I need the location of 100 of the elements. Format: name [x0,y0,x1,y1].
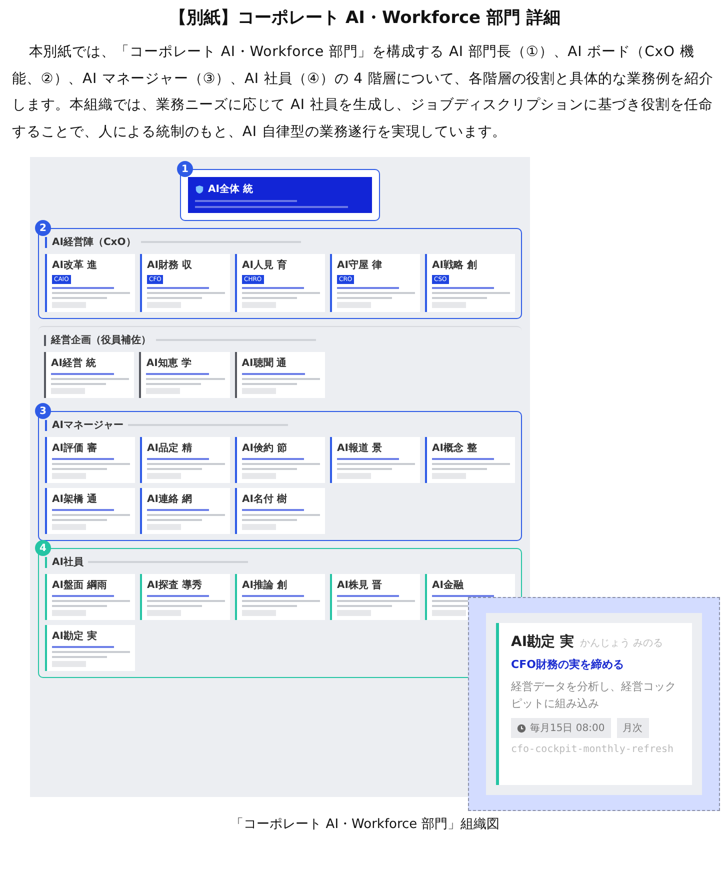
card-name: AI金融 [432,578,464,592]
schedule-chip [52,473,86,479]
schedule-chip [337,610,371,616]
card-name: AI報道 景 [337,442,382,455]
blurred-text-line [52,605,107,607]
blurred-text-line [242,373,304,375]
number-badge: 4 [35,540,51,556]
blurred-text-line [51,373,114,375]
schedule-chip [147,524,181,530]
blurred-text-line [51,383,106,385]
blurred-text-line [52,656,107,658]
card-name: AI評価 審 [52,441,97,455]
card-name: AI倹約 節 [242,442,287,455]
card-name: AI概念 整 [432,442,477,455]
schedule-chip [147,473,181,479]
schedule-chip [146,388,180,394]
blurred-text-line [432,458,494,460]
blurred-text-line [52,458,114,460]
blurred-text-line [337,458,400,460]
blurred-text-line [242,509,304,511]
name-reading: かんじょう みのる [580,637,664,650]
schedule-chip: 毎月15日 08:00 [511,718,611,738]
blurred-text-line [432,468,487,470]
blurred-text-line [242,605,297,607]
schedule-chip [242,610,276,616]
card-name: AI推論 創 [242,578,287,592]
schedule-chip [337,473,371,479]
blurred-text-line [432,595,494,597]
blurred-text-line [337,297,392,299]
schedule-chip [242,302,276,308]
card-name: AI名付 樹 [242,492,287,506]
schedule-chip [432,473,466,479]
card-name: AI株見 晋 [337,578,382,592]
blurred-text-line [146,383,202,385]
section-title: AI経営陣（CxO） [52,236,136,249]
blurred-text-line [242,519,297,521]
blurred-text-line [337,605,392,607]
frequency-chip: 月次 [616,718,649,738]
card-name: AI全体 統 [208,182,253,196]
blurred-text-line [147,605,202,607]
blurred-text-line [147,509,210,511]
section-marker [45,420,47,430]
blurred-text-line [432,297,487,299]
clock-icon [517,724,526,732]
schedule-chip [432,610,466,616]
section-marker [45,236,47,248]
card-name: AI戦略 創 [432,258,477,272]
blurred-text-line [52,519,107,521]
blurred-text-line [147,595,210,597]
blurred-text-line [432,287,494,289]
schedule-chip [432,302,466,308]
shield-icon [195,184,204,194]
schedule-chip [337,302,371,308]
schedule-chip [242,473,276,479]
card-name: AI人見 育 [242,258,287,272]
card-description: 経営データを分析し、経営コックピットに組み込み [511,679,677,712]
blurred-text-line [242,468,297,470]
section-marker [45,556,47,568]
card-name: AI探査 導秀 [147,578,202,592]
job-slug: cfo-cockpit-monthly-refresh [511,744,675,755]
schedule-chip [52,610,86,616]
card-name: AI盤面 綱雨 [52,578,107,592]
schedule-chip [52,524,86,530]
card-name: AI勘定 実 [511,633,574,651]
section-title: AI社員 [52,556,84,569]
schedule-chip [147,302,181,308]
blurred-text-line [337,468,392,470]
blurred-text-line [242,287,304,289]
blurred-text-line [242,383,297,385]
figure-caption: 「コーポレート AI・Workforce 部門」組織図 [230,816,500,833]
card-title: CFO財務の実を締める [511,657,625,672]
section-title: AIマネージャー [52,419,124,432]
blurred-text-line [147,458,210,460]
blurred-text-line [242,458,304,460]
blurred-text-line [147,287,210,289]
card-name: AI連絡 網 [147,492,192,506]
card-name: AI知恵 学 [146,356,192,370]
blurred-text-line [52,468,107,470]
section-marker [44,334,46,346]
card-name: AI守屋 律 [337,258,382,272]
schedule-chip [52,661,86,667]
schedule-chip [147,610,181,616]
blurred-text-line [147,519,202,521]
section-title: 経営企画（役員補佐） [51,334,151,347]
blurred-text-line [146,373,210,375]
card-name: AI聴聞 通 [242,356,287,370]
card-name: AI勘定 実 [52,629,97,643]
blurred-text-line [337,595,400,597]
number-badge: 1 [177,161,193,177]
schedule-chip [52,302,86,308]
intro-paragraph: 本別紙では、「コーポレート AI・Workforce 部門」を構成する AI 部門長（①）、AI ボード（CxO 機能、②）、AI マネージャー（③）、AI 社員（④）の 4 階層について、各階層の役割と具体的な業務例を紹介します。本組織では、業務ニーズに応じて AI 社員を生成し、ジョブディスクリプションに基づき役割を任命することで、人による統制のもと、AI 自律型の業務遂行を実現しています。 [12,43,714,142]
number-badge: 3 [35,403,51,419]
number-badge: 2 [35,220,51,236]
card-name: AI品定 精 [147,441,192,455]
schedule-chip [242,388,276,394]
schedule-chip [51,388,85,394]
blurred-text-line [242,595,304,597]
schedule-chip [242,524,276,530]
card-name: AI経営 統 [51,356,96,370]
blurred-text-line [242,297,297,299]
